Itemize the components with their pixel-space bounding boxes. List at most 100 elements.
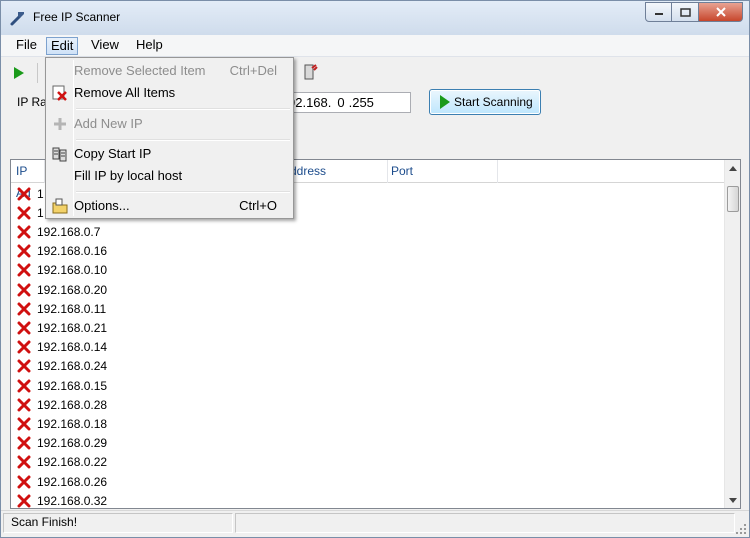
table-row[interactable]: 192.168.0.14 <box>17 338 107 357</box>
window-title: Free IP Scanner <box>33 10 121 24</box>
menu-item-label: Add New IP <box>74 116 143 131</box>
row-ip-address: 192.168.0.20 <box>37 282 108 297</box>
menu-item-remove-all[interactable]: Remove All Items <box>48 82 291 104</box>
end-ip-third-octet: 0 <box>337 95 345 110</box>
row-ip-address: 192.168.0.26 <box>37 474 108 489</box>
table-row[interactable]: 192.168.0.22 <box>17 453 107 472</box>
chevron-down-icon <box>729 497 737 503</box>
play-icon <box>440 95 450 109</box>
title-bar[interactable]: Free IP Scanner <box>1 1 749 35</box>
x-mark-icon <box>17 321 31 335</box>
list-body: 1 1 192.168.0.7 192.168.0.16 192.168.0.10 192… <box>11 183 725 508</box>
start-scan-toolbar-button[interactable] <box>13 66 25 80</box>
table-row[interactable]: 192.168.0.7 <box>17 222 100 241</box>
menu-item-label: Fill IP by local host <box>74 168 183 183</box>
end-ip-octets: 92.168. <box>288 95 332 110</box>
row-ip-address: 192.168.0.24 <box>37 359 108 374</box>
table-row[interactable]: 192.168.0.11 <box>17 299 106 318</box>
resize-grip-icon[interactable] <box>735 523 747 535</box>
table-row[interactable]: 192.168.0.10 <box>17 261 107 280</box>
ip-range-label: IP Ra <box>17 95 47 109</box>
x-mark-icon <box>17 379 31 392</box>
vertical-scrollbar[interactable] <box>724 160 740 508</box>
row-ip-address: 192.168.0.11 <box>37 301 107 316</box>
close-button[interactable] <box>699 2 743 22</box>
menu-item-copy-start-ip[interactable]: Copy Start IP <box>48 143 291 165</box>
table-row[interactable]: 192.168.0.15 <box>17 376 107 395</box>
app-window: Free IP Scanner File Edit View Help IP R… <box>0 0 750 538</box>
menu-item-remove-selected[interactable]: Remove Selected Item Ctrl+Del <box>48 60 291 82</box>
menu-help[interactable]: Help <box>132 37 167 55</box>
chevron-up-icon <box>729 165 737 171</box>
table-row[interactable]: 192.168.0.24 <box>17 357 107 376</box>
x-mark-icon <box>17 455 31 469</box>
menu-item-add-new-ip[interactable]: Add New IP <box>48 113 291 135</box>
table-row[interactable]: 192.168.0.21 <box>17 318 107 337</box>
x-mark-icon <box>17 436 31 450</box>
row-ip-address: 1 <box>37 186 44 201</box>
copy-icon <box>52 147 67 162</box>
x-mark-icon <box>17 206 31 220</box>
column-port[interactable]: Port <box>386 160 498 183</box>
table-row[interactable]: 192.168.0.29 <box>17 434 107 453</box>
table-row[interactable]: 192.168.0.28 <box>17 395 107 414</box>
row-ip-address: 192.168.0.22 <box>37 455 108 470</box>
scroll-down-button[interactable] <box>725 492 740 508</box>
column-mac-address[interactable]: ddress <box>285 160 388 183</box>
table-row[interactable]: 192.168.0.20 <box>17 280 107 299</box>
start-scanning-label: Start Scanning <box>454 95 533 109</box>
menu-item-options[interactable]: Options... Ctrl+O <box>48 195 291 217</box>
row-ip-address: 192.168.0.14 <box>37 340 108 355</box>
menu-item-shortcut: Ctrl+Del <box>229 63 277 78</box>
menu-separator <box>76 191 290 193</box>
table-row[interactable]: 1 <box>17 203 44 222</box>
row-ip-address: 192.168.0.7 <box>37 224 101 239</box>
status-bar: Scan Finish! <box>1 510 749 537</box>
plus-icon <box>54 118 66 130</box>
x-mark-icon <box>17 417 31 431</box>
row-ip-address: 192.168.0.10 <box>37 263 108 278</box>
table-row[interactable]: 192.168.0.18 <box>17 414 107 433</box>
menu-item-label: Remove All Items <box>74 85 176 100</box>
x-mark-icon <box>17 263 31 277</box>
table-row[interactable]: 192.168.0.26 <box>17 472 107 491</box>
minimize-icon <box>654 13 663 15</box>
maximize-button[interactable] <box>672 2 699 22</box>
x-mark-icon <box>17 187 31 200</box>
menu-edit[interactable]: Edit <box>46 37 79 55</box>
table-row[interactable]: 192.168.0.16 <box>17 242 107 261</box>
menu-item-fill-ip-local-host[interactable]: Fill IP by local host <box>48 165 291 187</box>
close-icon <box>715 7 726 17</box>
wrench-icon <box>10 12 24 26</box>
row-ip-address: 192.168.0.21 <box>37 320 108 335</box>
menu-separator <box>76 108 290 110</box>
scroll-thumb[interactable] <box>727 186 739 212</box>
start-scanning-button[interactable]: Start Scanning <box>429 89 541 115</box>
x-mark-icon <box>17 283 31 296</box>
x-mark-icon <box>17 398 31 412</box>
menu-view[interactable]: View <box>87 37 123 55</box>
options-folder-icon <box>52 198 68 214</box>
remove-all-icon <box>52 85 67 101</box>
row-ip-address: 192.168.0.29 <box>37 436 108 451</box>
end-ip-field[interactable]: 92.168. 0.255 <box>283 92 411 113</box>
row-ip-address: 192.168.0.15 <box>37 378 108 393</box>
row-ip-address: 192.168.0.32 <box>37 493 108 508</box>
exit-door-icon[interactable] <box>301 63 319 81</box>
status-text: Scan Finish! <box>11 515 78 529</box>
scroll-up-button[interactable] <box>725 160 740 176</box>
end-ip-last-octet: .255 <box>348 95 374 110</box>
edit-menu-dropdown: Remove Selected Item Ctrl+Del Remove All… <box>45 57 294 219</box>
table-row[interactable]: 1 <box>17 184 44 203</box>
row-ip-address: 192.168.0.28 <box>37 397 108 412</box>
x-mark-icon <box>17 225 31 239</box>
menu-file[interactable]: File <box>12 37 41 55</box>
column-ip-address[interactable]: IP Ad <box>11 160 45 200</box>
minimize-button[interactable] <box>645 2 672 22</box>
menu-separator <box>76 139 290 141</box>
menu-item-label: Copy Start IP <box>74 146 152 161</box>
menu-item-shortcut: Ctrl+O <box>239 198 277 213</box>
x-mark-icon <box>17 494 31 508</box>
menu-item-label: Remove Selected Item <box>74 63 206 78</box>
table-row[interactable]: 192.168.0.32 <box>17 491 107 508</box>
